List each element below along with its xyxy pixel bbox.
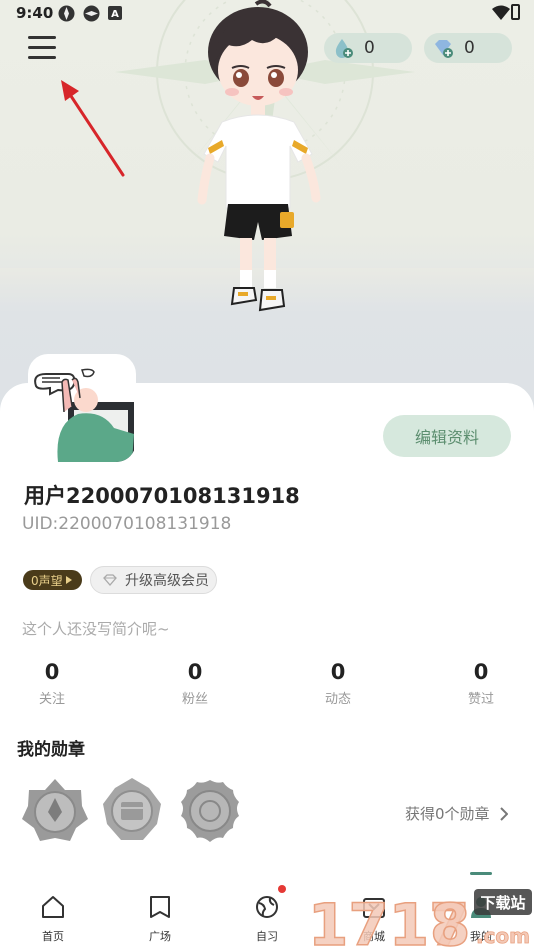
battery-icon xyxy=(511,4,520,20)
stat-value: 0 xyxy=(330,660,346,684)
avatar-character[interactable] xyxy=(196,0,326,325)
medals-title: 我的勋章 xyxy=(17,740,85,760)
medals-link-label: 获得0个勋章 xyxy=(405,805,490,823)
stat-label: 粉丝 xyxy=(181,692,208,707)
annotation-arrow xyxy=(61,80,125,177)
diamond-icon xyxy=(103,574,117,586)
stat-label: 赞过 xyxy=(467,692,494,707)
reputation-label: 0声望 xyxy=(31,573,63,588)
reputation-badge[interactable]: 0声望 xyxy=(23,570,82,590)
tab-study[interactable]: 自习 xyxy=(237,894,297,944)
tab-label: 商城 xyxy=(363,930,385,943)
water-drop-plus-icon xyxy=(335,39,353,58)
upgrade-vip-button[interactable]: 升级高级会员 xyxy=(90,566,217,594)
stats-row: 0 关注 0 粉丝 0 动态 0 赞过 xyxy=(0,660,534,710)
currency-diamonds[interactable]: 0 xyxy=(424,33,512,63)
tab-label: 首页 xyxy=(42,930,64,943)
triangle-right-icon xyxy=(65,576,72,584)
globe-icon xyxy=(256,896,278,918)
font-notification-icon: A xyxy=(108,6,122,20)
tab-label: 自习 xyxy=(256,930,278,943)
stat-value: 0 xyxy=(187,660,203,684)
home-icon xyxy=(42,896,64,918)
edit-profile-button[interactable]: 编辑资料 xyxy=(383,415,511,457)
medals-link[interactable]: 获得0个勋章 xyxy=(405,803,508,824)
user-uid: UID:2200070108131918 xyxy=(22,514,232,534)
menu-icon[interactable] xyxy=(28,34,58,62)
stat-likes[interactable]: 0 赞过 xyxy=(441,660,521,707)
chevron-right-icon xyxy=(499,806,508,821)
diamond-plus-icon xyxy=(435,40,453,58)
tab-shop[interactable]: 商城 xyxy=(344,894,404,944)
stat-fans[interactable]: 0 粉丝 xyxy=(155,660,235,707)
currency-drops[interactable]: 0 xyxy=(324,33,412,63)
upgrade-vip-label: 升级高级会员 xyxy=(125,573,209,589)
notification-dot xyxy=(278,885,286,893)
tab-home[interactable]: 首页 xyxy=(23,894,83,944)
stat-label: 动态 xyxy=(324,692,351,707)
app-notification-icon xyxy=(58,5,75,22)
person-icon xyxy=(471,897,491,918)
username: 用户2200070108131918 xyxy=(24,484,300,508)
app-notification-icon xyxy=(83,5,100,22)
user-avatar[interactable] xyxy=(28,354,136,462)
shop-icon xyxy=(363,898,385,918)
tab-square[interactable]: 广场 xyxy=(130,894,190,944)
svg-text:A: A xyxy=(111,9,119,20)
tab-label: 广场 xyxy=(149,930,171,943)
currency-drops-value: 0 xyxy=(364,38,375,58)
bottom-tab-bar: 首页 广场 自习 商城 我的 xyxy=(0,880,534,950)
tab-active-indicator xyxy=(470,872,492,875)
medal-star-icon[interactable] xyxy=(22,778,88,844)
currency-diamonds-value: 0 xyxy=(464,38,475,58)
tab-mine[interactable]: 我的 xyxy=(451,894,511,944)
stat-following[interactable]: 0 关注 xyxy=(12,660,92,707)
medal-calendar-icon[interactable] xyxy=(99,778,165,844)
user-bio[interactable]: 这个人还没写简介呢~ xyxy=(22,618,170,639)
stat-value: 0 xyxy=(473,660,489,684)
status-time: 9:40 xyxy=(16,4,54,22)
tab-label: 我的 xyxy=(470,930,492,943)
wifi-icon xyxy=(492,5,510,20)
stat-value: 0 xyxy=(44,660,60,684)
stat-label: 关注 xyxy=(38,692,65,707)
avatar-illustration xyxy=(34,368,134,462)
book-icon xyxy=(150,896,170,918)
stat-posts[interactable]: 0 动态 xyxy=(298,660,378,707)
medal-clock-icon[interactable] xyxy=(177,778,243,844)
